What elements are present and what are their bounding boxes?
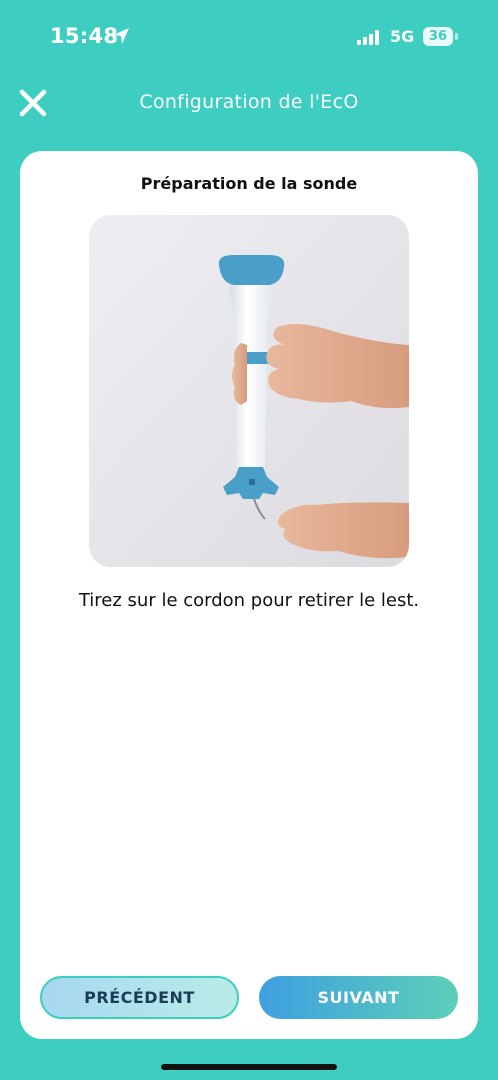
setup-screen: 15:48 5G 36 Configuration de l'EcO Prépa… bbox=[0, 0, 498, 1080]
status-bar: 15:48 5G 36 bbox=[0, 0, 498, 74]
next-button[interactable]: SUIVANT bbox=[259, 976, 458, 1019]
battery-icon: 36 bbox=[423, 27, 453, 46]
probe-photo bbox=[89, 215, 409, 567]
instruction-text: Tirez sur le cordon pour retirer le lest… bbox=[78, 590, 420, 611]
content-card: Préparation de la sonde Tirez sur le cor… bbox=[20, 151, 478, 1039]
location-arrow-icon bbox=[113, 28, 129, 44]
network-type: 5G bbox=[390, 27, 415, 46]
battery-cap bbox=[455, 33, 458, 40]
header-title: Configuration de l'EcO bbox=[139, 91, 359, 113]
card-title: Préparation de la sonde bbox=[140, 174, 358, 193]
status-time: 15:48 bbox=[50, 24, 119, 48]
home-indicator[interactable] bbox=[161, 1064, 337, 1070]
previous-button[interactable]: PRÉCÉDENT bbox=[40, 976, 239, 1019]
cellular-signal-icon bbox=[357, 30, 381, 45]
